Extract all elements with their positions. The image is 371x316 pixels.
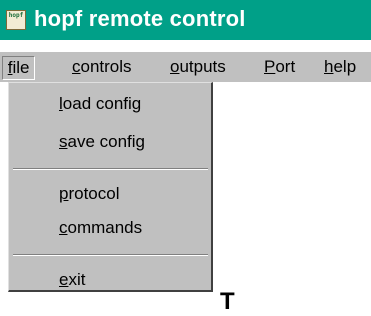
menu-bar: file controls outputs Port help <box>0 52 371 82</box>
window-title: hopf remote control <box>34 6 246 31</box>
file-menu-dropdown: load config save config protocol command… <box>8 82 213 292</box>
menu-controls[interactable]: controls <box>72 56 132 78</box>
app-window: hopf hopf remote control file controls o… <box>0 0 371 315</box>
title-bar[interactable]: hopf hopf remote control <box>0 0 371 40</box>
menu-file[interactable]: file <box>2 56 36 80</box>
menu-outputs[interactable]: outputs <box>170 56 226 78</box>
menu-separator <box>13 168 208 170</box>
menu-item-load-config[interactable]: load config <box>59 93 141 115</box>
menu-port[interactable]: Port <box>264 56 295 78</box>
menu-item-commands[interactable]: commands <box>59 217 142 239</box>
app-icon: hopf <box>6 10 26 30</box>
menu-item-save-config[interactable]: save config <box>59 131 145 153</box>
menu-separator <box>13 254 208 256</box>
background-text-fragment: T <box>220 288 235 315</box>
menu-item-protocol[interactable]: protocol <box>59 183 120 205</box>
menu-help[interactable]: help <box>324 56 356 78</box>
menu-item-exit[interactable]: exit <box>59 269 85 291</box>
